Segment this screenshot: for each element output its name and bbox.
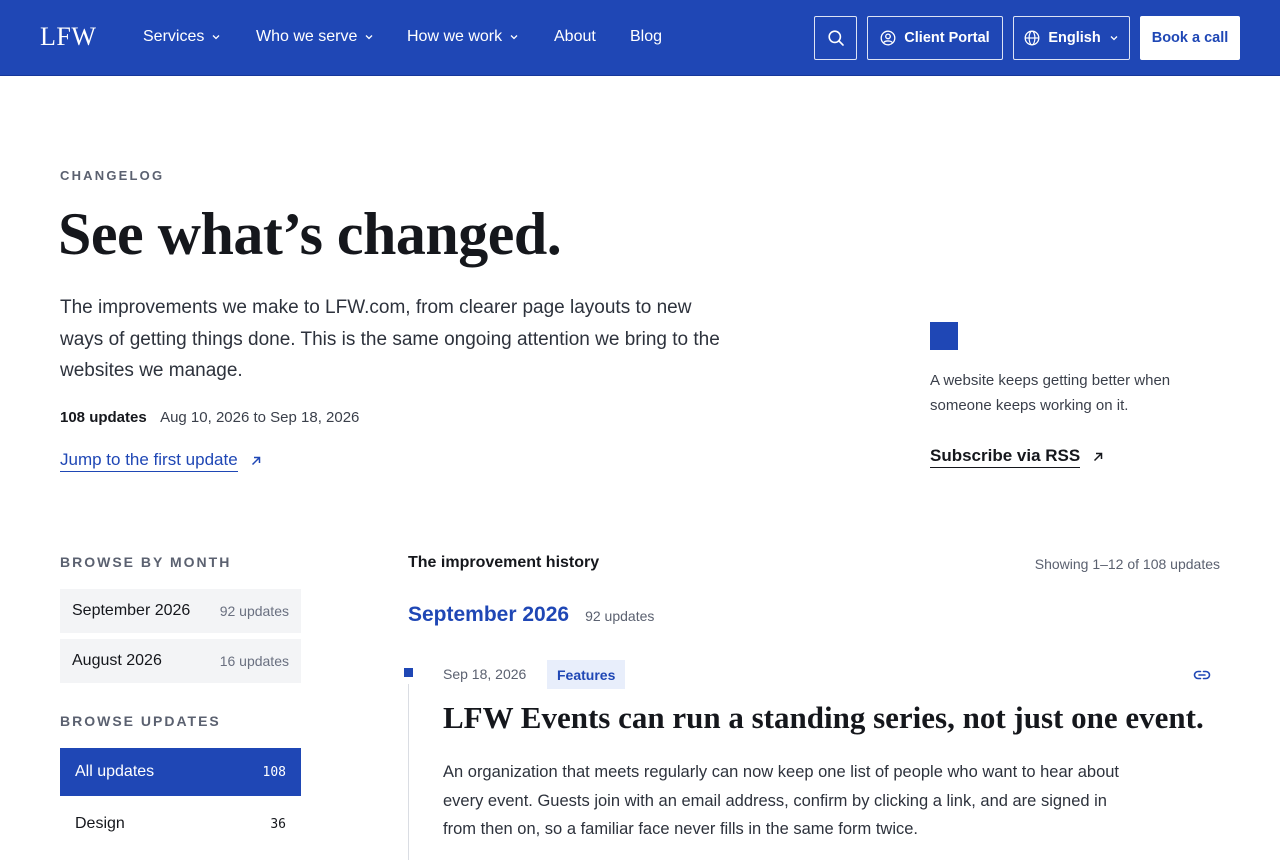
chevron-down-icon [212,35,220,40]
page-description: The improvements we make to LFW.com, fro… [60,297,720,381]
page-eyebrow: CHANGELOG [60,168,165,183]
month-filter-label: August 2026 [72,652,162,669]
globe-icon [1024,30,1040,46]
language-selector[interactable]: English [1013,16,1130,60]
arrow-up-right-icon [251,456,260,466]
month-group-count: 92 updates [585,608,655,624]
nav-blog[interactable]: Blog [630,28,662,46]
month-group-label: September 2026 [408,603,570,626]
jump-link-label: Jump to the first update [60,450,238,472]
brand-square [930,322,958,350]
month-group-heading: September 2026 92 updates [408,603,654,627]
month-filter-september[interactable]: September 2026 92 updates [60,589,301,633]
nav-how-we-work[interactable]: How we work [407,28,519,46]
month-filter-count: 16 updates [219,653,289,669]
site-header: LFW Services Who we serve How we work Ab… [0,0,1280,76]
timeline-marker [404,668,413,677]
history-heading: The improvement history [408,554,600,571]
update-count: 108 updates [60,409,147,426]
nav-about-label: About [554,28,596,45]
nav-services[interactable]: Services [143,28,221,46]
chevron-down-icon [365,35,373,40]
month-filter-count: 92 updates [219,603,289,619]
user-circle-icon [880,30,896,46]
timeline-line [408,684,409,860]
page-title: See what’s changed. [58,201,562,267]
entry-date: Sep 18, 2026 [443,666,527,682]
category-filter-count: 108 [262,764,286,780]
book-call-button[interactable]: Book a call [1140,16,1240,60]
chevron-down-icon [1110,36,1118,41]
month-filter-label: September 2026 [72,602,191,619]
category-filter-label: Design [75,815,125,832]
entry-tag[interactable]: Features [547,660,626,689]
client-portal-button[interactable]: Client Portal [867,16,1003,60]
search-icon [827,30,844,46]
jump-to-first-update-link[interactable]: Jump to the first update [60,450,262,472]
category-filter-all[interactable]: All updates 108 [60,748,301,796]
arrow-up-right-icon [1094,452,1103,462]
nav-how-we-work-label: How we work [407,28,503,45]
subscribe-rss-link[interactable]: Subscribe via RSS [930,446,1104,468]
entry-body: An organization that meets regularly can… [443,763,1120,838]
date-range: Aug 10, 2026 to Sep 18, 2026 [160,409,360,426]
client-portal-label: Client Portal [904,30,990,46]
search-button[interactable] [814,16,857,60]
nav-services-label: Services [143,28,205,45]
category-filter-design[interactable]: Design 36 [60,800,301,848]
chevron-down-icon [510,35,518,40]
category-filter-count: 36 [270,816,286,832]
site-logo[interactable]: LFW [40,22,96,52]
category-filter-label: All updates [75,763,155,780]
browse-by-month-heading: BROWSE BY MONTH [60,554,232,570]
nav-who-we-serve-label: Who we serve [256,28,358,45]
nav-who-we-serve[interactable]: Who we serve [256,28,374,46]
update-stats: 108 updates Aug 10, 2026 to Sep 18, 2026 [60,409,359,426]
browse-updates-heading: BROWSE UPDATES [60,713,221,729]
results-count: Showing 1–12 of 108 updates [1034,556,1220,572]
rss-link-label: Subscribe via RSS [930,446,1081,468]
nav-blog-label: Blog [630,28,663,45]
link-icon[interactable] [1192,666,1212,684]
entry-title[interactable]: LFW Events can run a standing series, no… [443,700,1204,736]
language-label: English [1048,30,1101,46]
nav-about[interactable]: About [554,28,596,46]
month-filter-august[interactable]: August 2026 16 updates [60,639,301,683]
aside-tagline: A website keeps getting better when some… [930,372,1171,414]
